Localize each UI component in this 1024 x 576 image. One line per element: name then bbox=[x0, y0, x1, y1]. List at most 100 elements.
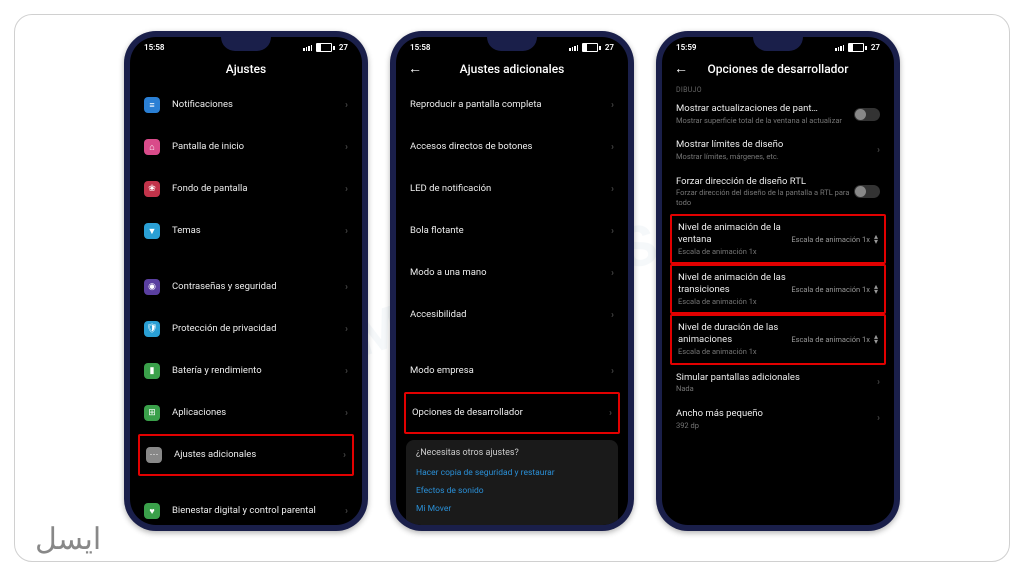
section-label: DIBUJO bbox=[662, 84, 894, 96]
chevron-right-icon: › bbox=[345, 100, 348, 111]
chevron-right-icon: › bbox=[877, 145, 880, 156]
chevron-right-icon: › bbox=[611, 366, 614, 377]
row-label: Pantalla de inicio bbox=[172, 141, 339, 153]
list-item[interactable]: Accesibilidad › bbox=[396, 294, 628, 336]
phone-mockup-2: 15:58 27 ← Ajustes adicionales Reproduci… bbox=[390, 31, 634, 531]
chevron-right-icon: › bbox=[345, 282, 348, 293]
stepper-icon[interactable]: ▴▾ bbox=[874, 284, 878, 295]
row-icon: 🛡 bbox=[144, 321, 160, 337]
battery-icon bbox=[316, 43, 335, 52]
list-item[interactable]: Reproducir a pantalla completa› bbox=[396, 84, 628, 126]
stepper-icon[interactable]: ▴▾ bbox=[874, 334, 878, 345]
row-label: Simular pantallas adicionalesNada bbox=[676, 372, 871, 394]
page-header: ← Opciones de desarrollador bbox=[662, 54, 894, 84]
list-item[interactable]: Forzar dirección de diseño RTLForzar dir… bbox=[662, 169, 894, 215]
row-icon: ⌂ bbox=[144, 139, 160, 155]
card-frame: XIAOMIADICTOS.COM 15:58 27 Ajustes ≡Noti… bbox=[14, 14, 1010, 562]
list-item[interactable]: ◉Contraseñas y seguridad› bbox=[130, 266, 362, 308]
page-title: Ajustes bbox=[130, 54, 362, 84]
row-label: Protección de privacidad bbox=[172, 323, 339, 335]
chevron-right-icon: › bbox=[345, 408, 348, 419]
list-item[interactable]: 🛡 Protección de privacidad › bbox=[130, 308, 362, 350]
screen-2: 15:58 27 ← Ajustes adicionales Reproduci… bbox=[396, 37, 628, 525]
list-item[interactable]: ▮Batería y rendimiento› bbox=[130, 350, 362, 392]
suggestion-link[interactable]: Efectos de sonido bbox=[416, 482, 608, 500]
chevron-right-icon: › bbox=[611, 226, 614, 237]
row-label: Opciones de desarrollador bbox=[412, 407, 603, 419]
settings-list: Mostrar actualizaciones de pant…Mostrar … bbox=[662, 96, 894, 437]
list-item[interactable]: Accesos directos de botones › bbox=[396, 126, 628, 168]
row-label: Modo a una mano bbox=[410, 267, 605, 279]
clock: 15:58 bbox=[410, 43, 430, 52]
notch bbox=[221, 37, 271, 51]
battery-icon bbox=[582, 43, 601, 52]
notch bbox=[753, 37, 803, 51]
back-icon[interactable]: ← bbox=[674, 62, 688, 76]
battery-icon bbox=[848, 43, 867, 52]
card-question: ¿Necesitas otros ajustes? bbox=[416, 448, 608, 458]
chevron-right-icon: › bbox=[343, 450, 346, 461]
chevron-right-icon: › bbox=[345, 324, 348, 335]
chevron-right-icon: › bbox=[345, 506, 348, 517]
list-item[interactable]: Opciones de desarrollador › bbox=[406, 394, 618, 432]
row-label: Nivel de animación de la ventanaEscala d… bbox=[678, 222, 791, 256]
chevron-right-icon: › bbox=[877, 413, 880, 424]
row-label: Notificaciones bbox=[172, 99, 339, 111]
row-icon: ▮ bbox=[144, 363, 160, 379]
row-label: Batería y rendimiento bbox=[172, 365, 339, 377]
stepper-icon[interactable]: ▴▾ bbox=[874, 234, 878, 245]
list-item[interactable]: Modo empresa› bbox=[396, 350, 628, 392]
row-label: Accesos directos de botones bbox=[410, 141, 605, 153]
chevron-right-icon: › bbox=[877, 377, 880, 388]
signal-icon bbox=[835, 45, 844, 51]
row-label: Bienestar digital y control parental bbox=[172, 505, 339, 517]
screen-3: 15:59 27 ← Opciones de desarrollador DIB… bbox=[662, 37, 894, 525]
chevron-right-icon: › bbox=[611, 142, 614, 153]
row-label: Ancho más pequeño392 dp bbox=[676, 408, 871, 430]
list-item[interactable]: ⊞Aplicaciones› bbox=[130, 392, 362, 434]
list-item[interactable]: Mostrar actualizaciones de pant…Mostrar … bbox=[662, 96, 894, 132]
toggle[interactable] bbox=[854, 185, 880, 198]
row-label: Forzar dirección de diseño RTLForzar dir… bbox=[676, 176, 854, 208]
row-icon: ⊞ bbox=[144, 405, 160, 421]
chevron-right-icon: › bbox=[609, 408, 612, 419]
chevron-right-icon: › bbox=[345, 184, 348, 195]
list-item[interactable]: Nivel de duración de las animacionesEsca… bbox=[672, 316, 884, 362]
row-label: Reproducir a pantalla completa bbox=[410, 99, 605, 111]
list-item[interactable]: ❀Fondo de pantalla› bbox=[130, 168, 362, 210]
list-item[interactable]: Ancho más pequeño392 dp › bbox=[662, 401, 894, 437]
chevron-right-icon: › bbox=[611, 310, 614, 321]
row-label: Bola flotante bbox=[410, 225, 605, 237]
toggle[interactable] bbox=[854, 108, 880, 121]
brand-logo: ایسل bbox=[35, 522, 101, 557]
row-label: Contraseñas y seguridad bbox=[172, 281, 339, 293]
list-item[interactable]: ⌂Pantalla de inicio› bbox=[130, 126, 362, 168]
list-item[interactable]: ≡Notificaciones› bbox=[130, 84, 362, 126]
back-icon[interactable]: ← bbox=[408, 62, 422, 76]
battery-pct: 27 bbox=[605, 43, 614, 52]
suggestions-card: ¿Necesitas otros ajustes? Hacer copia de… bbox=[406, 440, 618, 525]
list-item[interactable]: Modo a una mano› bbox=[396, 252, 628, 294]
row-label: Ajustes adicionales bbox=[174, 449, 337, 461]
list-item[interactable]: LED de notificación› bbox=[396, 168, 628, 210]
list-item[interactable]: ▼Temas› bbox=[130, 210, 362, 252]
row-icon: ⋯ bbox=[146, 447, 162, 463]
row-label: Accesibilidad bbox=[410, 309, 605, 321]
page-title: Ajustes adicionales bbox=[460, 62, 565, 76]
suggestion-link[interactable]: Mi Mover bbox=[416, 500, 608, 518]
list-item[interactable]: ♥ Bienestar digital y control parental › bbox=[130, 490, 362, 525]
row-label: Fondo de pantalla bbox=[172, 183, 339, 195]
row-icon: ♥ bbox=[144, 503, 160, 519]
list-item[interactable]: Simular pantallas adicionalesNada › bbox=[662, 365, 894, 401]
page-title: Opciones de desarrollador bbox=[708, 62, 849, 76]
row-value: Escala de animación 1x bbox=[791, 335, 870, 344]
list-item[interactable]: Nivel de animación de las transicionesEs… bbox=[672, 266, 884, 312]
suggestion-link[interactable]: Hacer copia de seguridad y restaurar bbox=[416, 464, 608, 482]
list-item[interactable]: ⋯ Ajustes adicionales › bbox=[140, 436, 352, 474]
screen-1: 15:58 27 Ajustes ≡Notificaciones›⌂Pantal… bbox=[130, 37, 362, 525]
page-header: ← Ajustes adicionales bbox=[396, 54, 628, 84]
notch bbox=[487, 37, 537, 51]
list-item[interactable]: Mostrar límites de diseñoMostrar límites… bbox=[662, 132, 894, 168]
list-item[interactable]: Nivel de animación de la ventanaEscala d… bbox=[672, 216, 884, 262]
list-item[interactable]: Bola flotante › bbox=[396, 210, 628, 252]
